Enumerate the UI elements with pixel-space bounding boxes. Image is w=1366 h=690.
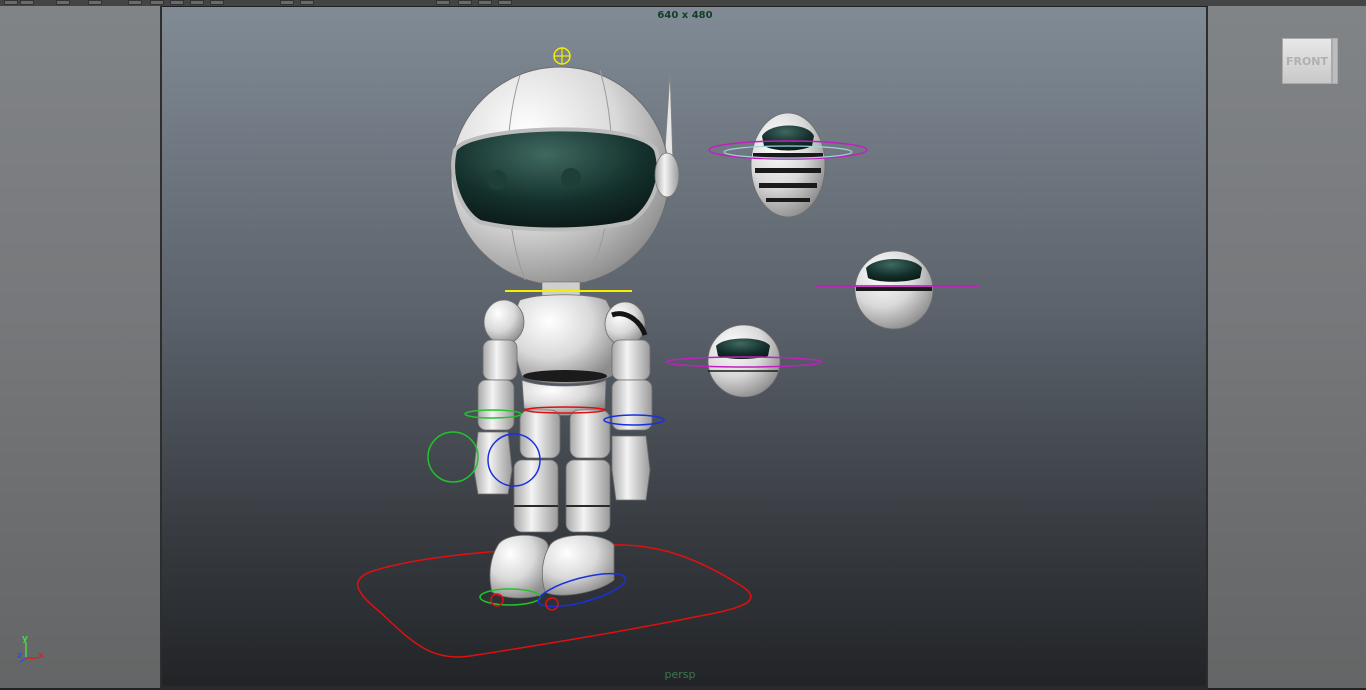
view-cube-front-face[interactable]: FRONT: [1282, 38, 1332, 84]
robot-visor[interactable]: [451, 127, 661, 232]
axis-indicator: y x z: [14, 632, 54, 672]
axis-z-label: z: [17, 651, 23, 661]
resolution-gate-mask-left: [0, 6, 162, 688]
resolution-gate-mask-right: [1206, 6, 1366, 688]
axis-y-label: y: [22, 634, 28, 644]
robot-character[interactable]: [427, 47, 680, 613]
floating-drone-segmented[interactable]: [708, 112, 868, 218]
robot-right-thigh[interactable]: [569, 409, 611, 459]
robot-right-upper-arm[interactable]: [611, 339, 651, 381]
view-cube-label: FRONT: [1285, 54, 1329, 68]
floating-drone-small[interactable]: [665, 324, 823, 398]
robot-left-thigh[interactable]: [519, 409, 561, 459]
resolution-gate-label: 640 x 480: [657, 10, 713, 21]
scene-canvas[interactable]: [0, 0, 1366, 690]
robot-ear[interactable]: [654, 152, 680, 198]
floating-drone-large[interactable]: [815, 250, 979, 330]
robot-left-boot[interactable]: [489, 534, 549, 599]
resolution-gate-top-edge: [162, 6, 1208, 7]
view-cube-side-face[interactable]: [1332, 38, 1338, 84]
robot-right-boot[interactable]: [541, 534, 615, 596]
resolution-gate-bottom-edge: [160, 686, 1208, 690]
axis-x-label: x: [38, 651, 44, 661]
right-foot-pivot-icon[interactable]: [545, 597, 559, 611]
robot-right-hand[interactable]: [611, 435, 651, 501]
robot-left-upper-arm[interactable]: [482, 339, 518, 381]
camera-name-label: persp: [664, 668, 696, 681]
left-hand-ik-curve[interactable]: [427, 431, 479, 483]
view-cube[interactable]: FRONT: [1280, 34, 1338, 86]
